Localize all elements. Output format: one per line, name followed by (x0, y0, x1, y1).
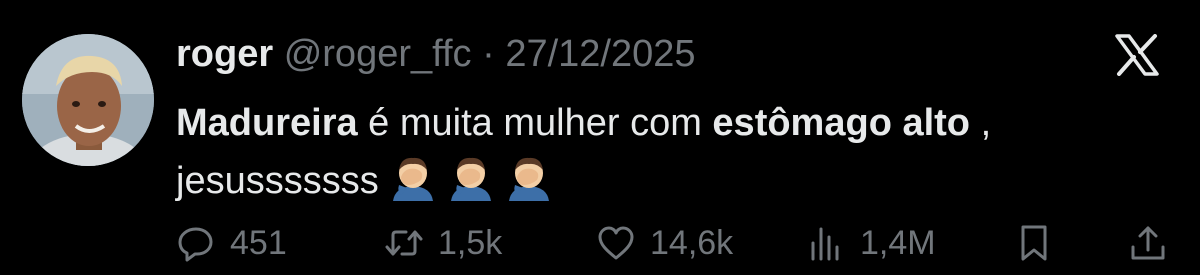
man-facepalming-emoji (392, 157, 433, 201)
like-count: 14,6k (650, 223, 734, 262)
reply-icon (178, 227, 213, 262)
views-count: 1,4M (860, 223, 936, 262)
tweet-date[interactable]: 27/12/2025 (505, 33, 695, 75)
tweet-text-plain-1: é muita mulher com (357, 102, 713, 144)
man-facepalming-emoji (450, 157, 491, 201)
tweet-text-plain-3: jesusssssss (176, 160, 379, 202)
bookmark-icon (1021, 225, 1047, 261)
author-name[interactable]: roger (176, 33, 273, 75)
reply-button[interactable]: 451 (176, 218, 287, 268)
tweet-text-line-1: Madureira é muita mulher com estômago al… (176, 94, 1156, 152)
tweet-header: roger @roger_ffc · 27/12/2025 (176, 30, 696, 78)
share-icon (1131, 226, 1165, 260)
author-handle[interactable]: @roger_ffc (284, 33, 472, 75)
retweet-icon (385, 230, 423, 256)
reply-count: 451 (230, 223, 287, 262)
avatar[interactable] (22, 34, 154, 166)
tweet-text-bold-1: Madureira (176, 102, 358, 144)
like-button[interactable]: 14,6k (596, 218, 733, 268)
man-facepalming-emoji (508, 157, 549, 201)
retweet-count: 1,5k (438, 223, 503, 262)
retweet-button[interactable]: 1,5k (384, 218, 502, 268)
tweet-text: Madureira é muita mulher com estômago al… (176, 94, 1156, 210)
heart-icon (598, 226, 634, 260)
tweet-text-bold-2: estômago alto (712, 102, 971, 144)
tweet-text-line-2: jesusssssss (176, 152, 1156, 210)
views-button[interactable]: 1,4M (806, 218, 936, 268)
bookmark-button[interactable] (1014, 218, 1068, 268)
share-button[interactable] (1128, 218, 1182, 268)
tweet-actions: 451 1,5k 14,6k 1,4M (176, 218, 1200, 268)
tweet-text-plain-2: , (970, 102, 992, 144)
views-icon (811, 227, 839, 261)
header-separator: · (482, 33, 495, 75)
x-logo-icon (1115, 34, 1159, 76)
